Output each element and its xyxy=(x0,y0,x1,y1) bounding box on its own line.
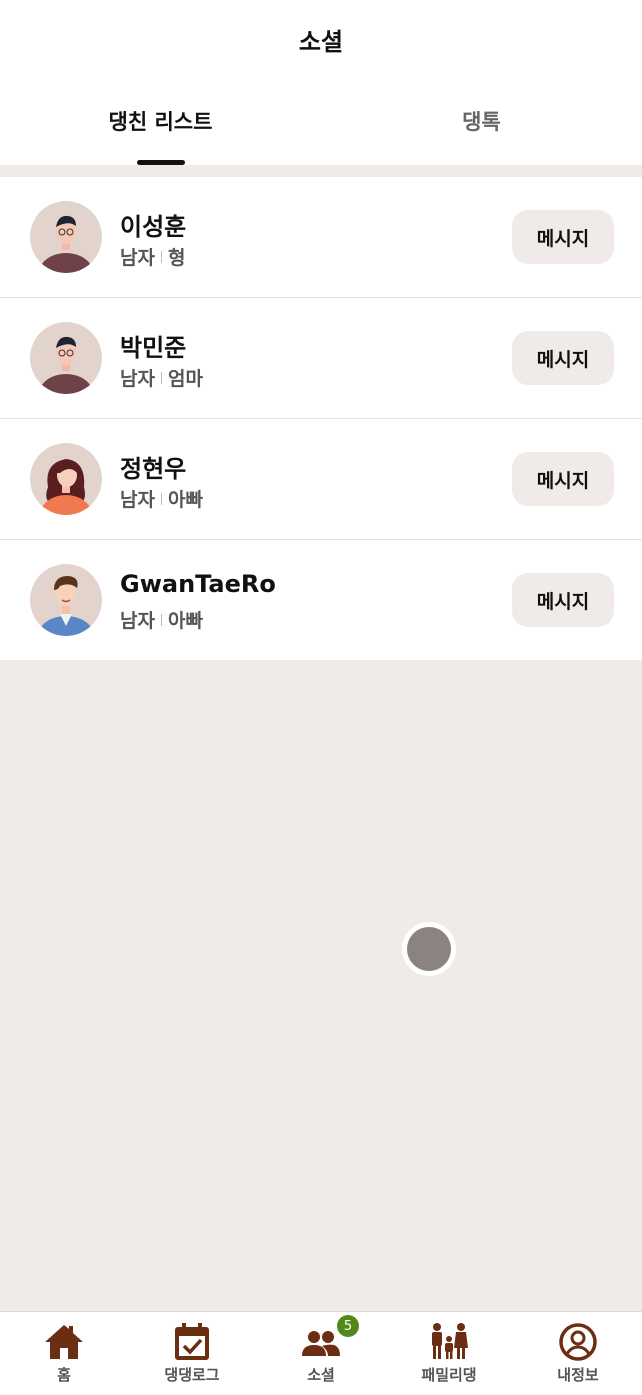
calendar-check-icon xyxy=(170,1322,214,1362)
nav-label: 홈 xyxy=(57,1366,71,1384)
friend-gender: 남자 xyxy=(120,247,155,269)
nav-item-dog-log[interactable]: 댕댕로그 xyxy=(128,1312,256,1395)
friend-relation: 아빠 xyxy=(167,489,203,511)
meta-separator xyxy=(160,250,162,263)
list-item: 박민준 남자 엄마 메시지 xyxy=(0,298,642,419)
friend-gender: 남자 xyxy=(120,368,155,390)
friend-name: 정현우 xyxy=(120,455,187,483)
nav-item-family-dog[interactable]: 패밀리댕 xyxy=(385,1312,513,1395)
friend-meta: 남자 아빠 xyxy=(120,606,203,633)
user-circle-icon xyxy=(556,1322,600,1362)
friend-meta: 남자 형 xyxy=(120,243,185,270)
friend-name: 박민준 xyxy=(120,334,187,362)
friend-gender: 남자 xyxy=(120,489,155,511)
app-header: 소셜 댕친 리스트 댕톡 xyxy=(0,0,642,165)
friend-name: GwanTaeRo xyxy=(120,570,276,598)
nav-label: 패밀리댕 xyxy=(421,1366,477,1384)
tab-friend-list[interactable]: 댕친 리스트 xyxy=(0,106,321,136)
divider xyxy=(0,165,642,177)
loading-spinner xyxy=(402,922,456,976)
home-icon xyxy=(42,1322,86,1362)
page-title: 소셜 xyxy=(298,28,344,56)
tab-chat[interactable]: 댕톡 xyxy=(321,106,642,136)
nav-item-social[interactable]: 5 소셜 xyxy=(257,1312,385,1395)
bottom-navigation: 홈 댕댕로그 5 소셜 패밀리댕 내정보 xyxy=(0,1311,642,1395)
friend-gender: 남자 xyxy=(120,610,155,632)
avatar xyxy=(30,201,102,273)
message-button[interactable]: 메시지 xyxy=(512,331,614,385)
list-item: GwanTaeRo 남자 아빠 메시지 xyxy=(0,540,642,660)
friend-relation: 형 xyxy=(167,247,186,269)
friend-meta: 남자 엄마 xyxy=(120,364,203,391)
meta-separator xyxy=(160,371,162,384)
avatar xyxy=(30,564,102,636)
nav-item-my-info[interactable]: 내정보 xyxy=(514,1312,642,1395)
family-icon xyxy=(427,1322,471,1362)
nav-label: 내정보 xyxy=(557,1366,599,1384)
nav-label: 소셜 xyxy=(307,1366,335,1384)
friend-name: 이성훈 xyxy=(120,213,187,241)
nav-item-home[interactable]: 홈 xyxy=(0,1312,128,1395)
friend-meta: 남자 아빠 xyxy=(120,485,203,512)
notification-badge: 5 xyxy=(337,1315,359,1337)
list-item: 이성훈 남자 형 메시지 xyxy=(0,177,642,298)
avatar xyxy=(30,443,102,515)
people-icon: 5 xyxy=(299,1315,359,1362)
message-button[interactable]: 메시지 xyxy=(512,452,614,506)
list-item: 정현우 남자 아빠 메시지 xyxy=(0,419,642,540)
message-button[interactable]: 메시지 xyxy=(512,210,614,264)
friend-relation: 엄마 xyxy=(167,368,203,390)
friend-relation: 아빠 xyxy=(167,610,203,632)
meta-separator xyxy=(160,492,162,505)
message-button[interactable]: 메시지 xyxy=(512,573,614,627)
avatar xyxy=(30,322,102,394)
nav-label: 댕댕로그 xyxy=(164,1366,220,1384)
loading-spinner-dot xyxy=(407,927,451,971)
meta-separator xyxy=(160,613,162,626)
friend-list: 이성훈 남자 형 메시지 박민준 남자 엄마 메시지 정현우 남자 아빠 메시지… xyxy=(0,177,642,660)
